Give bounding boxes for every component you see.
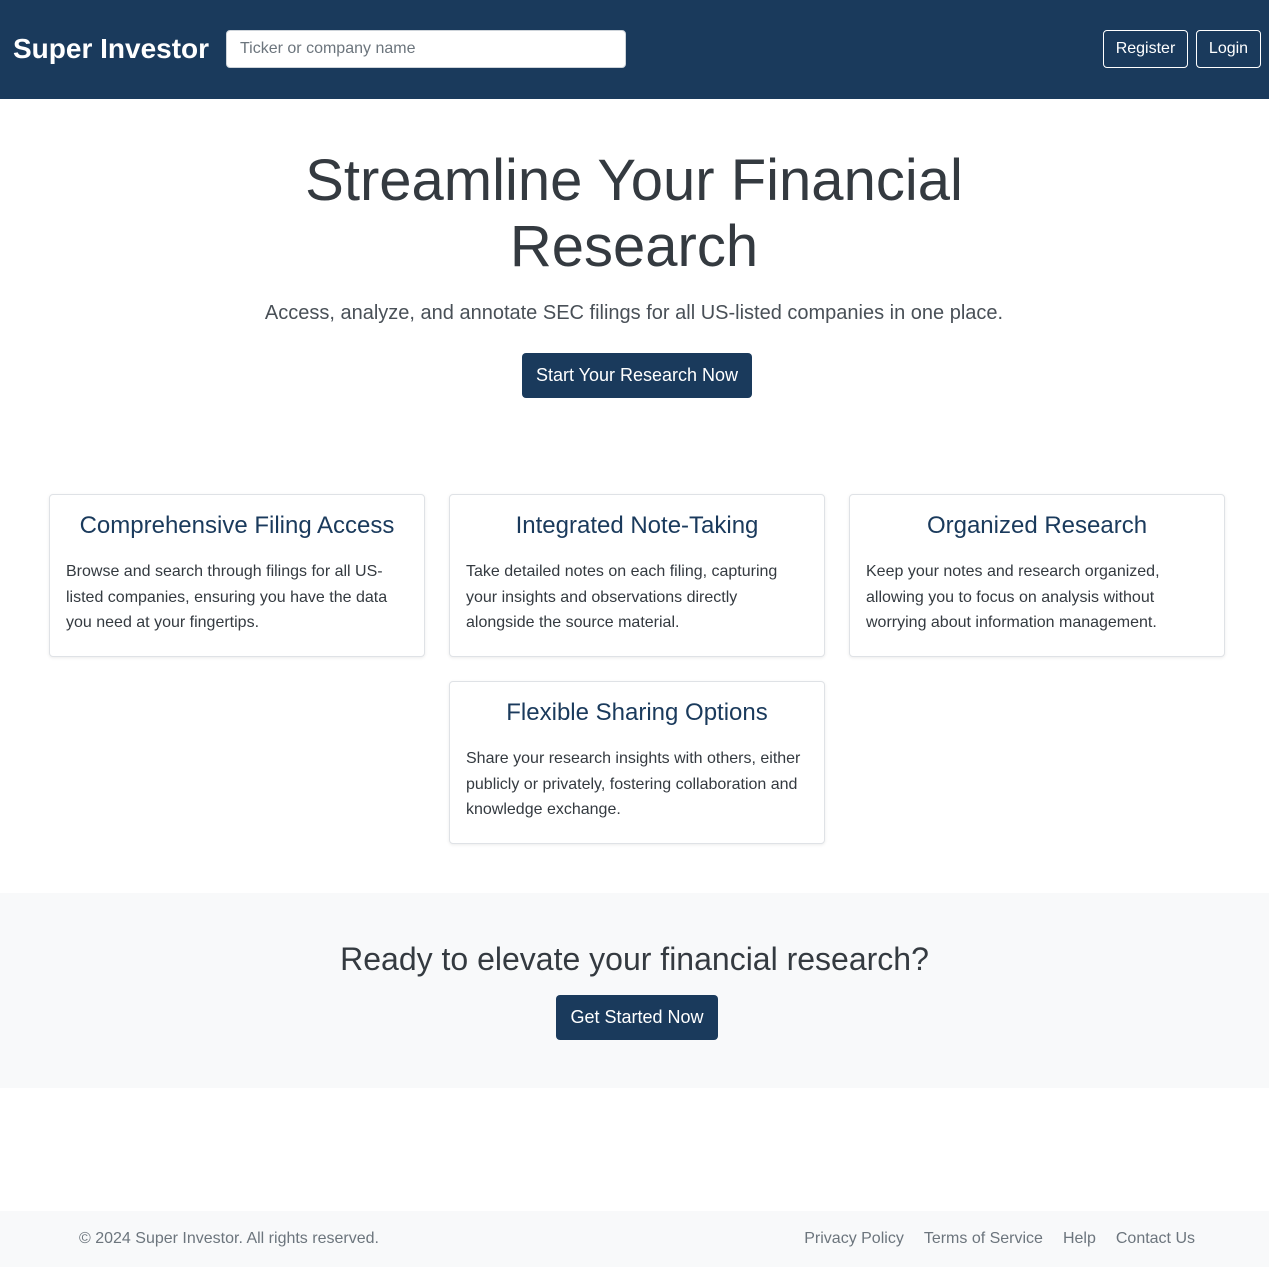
hero-title: Streamline Your Financial Research (234, 148, 1034, 280)
hero-title-line2: Research (509, 214, 759, 279)
cta-section: Ready to elevate your financial research… (0, 893, 1269, 1088)
feature-card-sharing-options: Flexible Sharing Options Share your rese… (449, 681, 825, 844)
search-input[interactable] (226, 30, 626, 68)
feature-card-title: Integrated Note-Taking (515, 512, 759, 539)
login-button[interactable]: Login (1196, 30, 1261, 68)
copyright-text: © 2024 Super Investor. All rights reserv… (79, 1230, 379, 1247)
feature-card-title: Comprehensive Filing Access (79, 512, 395, 539)
navbar: Super Investor Register Login (0, 0, 1269, 99)
feature-card-body: Take detailed notes on each filing, capt… (466, 563, 778, 631)
brand-logo[interactable]: Super Investor (13, 31, 209, 67)
hero-subtitle: Access, analyze, and annotate SEC filing… (264, 302, 1004, 324)
feature-card-body: Keep your notes and research organized, … (866, 563, 1160, 631)
footer-link-contact-us[interactable]: Contact Us (1116, 1229, 1195, 1249)
cta-heading: Ready to elevate your financial research… (340, 941, 929, 977)
footer-link-help[interactable]: Help (1063, 1229, 1096, 1249)
hero-title-line1: Streamline Your Financial (305, 148, 963, 213)
get-started-button[interactable]: Get Started Now (556, 995, 718, 1040)
feature-card-body: Share your research insights with others… (466, 750, 801, 818)
feature-card-title: Organized Research (926, 512, 1148, 539)
footer: © 2024 Super Investor. All rights reserv… (0, 1211, 1269, 1267)
feature-card-note-taking: Integrated Note-Taking Take detailed not… (449, 494, 825, 657)
footer-link-terms-of-service[interactable]: Terms of Service (924, 1229, 1043, 1249)
start-research-button[interactable]: Start Your Research Now (522, 353, 752, 398)
footer-links: Privacy Policy Terms of Service Help Con… (804, 1229, 1195, 1249)
register-button[interactable]: Register (1103, 30, 1188, 68)
feature-card-body: Browse and search through filings for al… (66, 563, 388, 631)
feature-card-filing-access: Comprehensive Filing Access Browse and s… (49, 494, 425, 657)
footer-link-privacy-policy[interactable]: Privacy Policy (804, 1229, 904, 1249)
feature-card-title: Flexible Sharing Options (506, 699, 768, 726)
feature-card-organized-research: Organized Research Keep your notes and r… (849, 494, 1225, 657)
